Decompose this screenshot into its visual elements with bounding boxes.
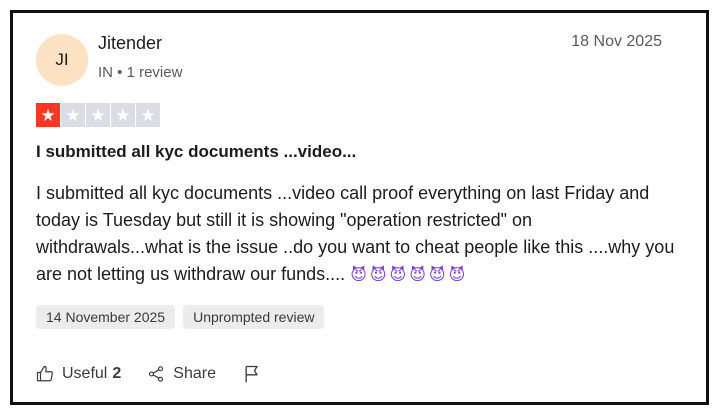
flag-icon <box>245 365 258 383</box>
star-icon: ★ <box>61 103 85 127</box>
review-type-badge: Unprompted review <box>183 305 325 329</box>
experience-date-badge: 14 November 2025 <box>36 305 176 329</box>
review-tags: 14 November 2025 Unprompted review <box>36 305 325 329</box>
useful-button[interactable]: Useful 2 <box>36 365 121 383</box>
review-card: JI Jitender IN • 1 review 18 Nov 2025 ★ … <box>10 10 709 405</box>
star-rating: ★ ★ ★ ★ ★ <box>36 103 160 127</box>
review-title: I submitted all kyc documents ...video..… <box>36 142 357 161</box>
share-icon <box>149 366 164 382</box>
reviewer-name[interactable]: Jitender <box>98 33 162 54</box>
useful-label: Useful <box>62 365 108 382</box>
review-body: I submitted all kyc documents ...video c… <box>36 180 681 289</box>
share-button[interactable]: Share <box>147 365 216 383</box>
review-actions: Useful 2 Share <box>36 364 296 384</box>
useful-count: 2 <box>112 365 122 382</box>
star-icon: ★ <box>86 103 110 127</box>
thumbs-up-icon <box>36 365 53 382</box>
star-icon: ★ <box>36 103 60 127</box>
review-date: 18 Nov 2025 <box>571 33 662 50</box>
report-button[interactable] <box>242 364 270 384</box>
share-label: Share <box>173 365 216 382</box>
devil-emoji: 😈😈😈😈😈😈 <box>350 267 469 284</box>
reviewer-meta: IN • 1 review <box>98 64 183 81</box>
star-icon: ★ <box>111 103 135 127</box>
avatar[interactable]: JI <box>36 34 88 86</box>
avatar-initials: JI <box>55 50 69 69</box>
star-icon: ★ <box>136 103 160 127</box>
